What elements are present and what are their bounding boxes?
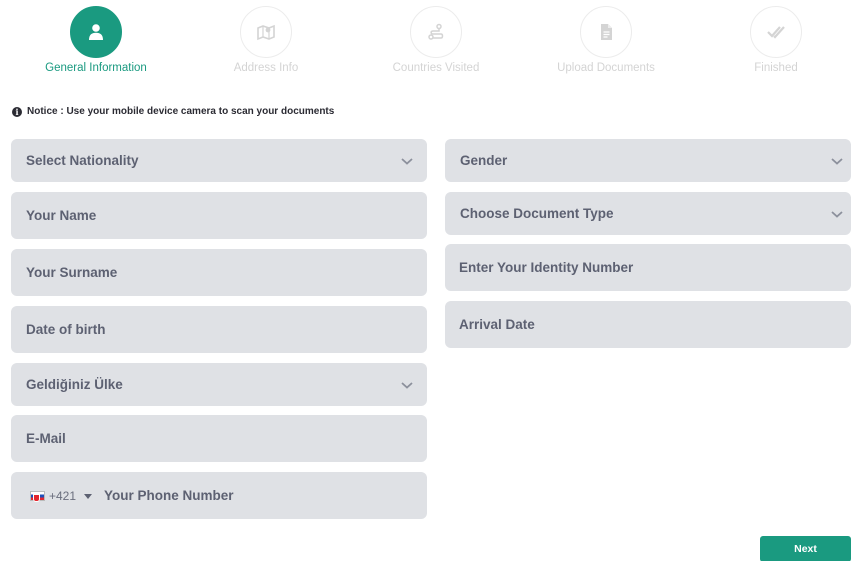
email-field-placeholder: E-Mail bbox=[26, 431, 66, 446]
step-label: Finished bbox=[754, 62, 798, 74]
double-check-icon bbox=[750, 6, 802, 58]
email-field[interactable]: E-Mail bbox=[11, 415, 427, 462]
step-label: General Information bbox=[45, 62, 147, 74]
step-finished[interactable]: Finished bbox=[691, 6, 851, 74]
notice-text: Notice : Use your mobile device camera t… bbox=[27, 106, 335, 117]
route-icon bbox=[410, 6, 462, 58]
gender-select[interactable]: Gender bbox=[445, 139, 851, 182]
user-icon bbox=[70, 6, 122, 58]
dob-field[interactable]: Date of birth bbox=[11, 306, 427, 353]
identity-number-field[interactable]: Enter Your Identity Number bbox=[445, 244, 851, 291]
document-type-label: Choose Document Type bbox=[460, 206, 614, 221]
origin-country-label: Geldiğiniz Ülke bbox=[26, 377, 123, 392]
arrival-date-field[interactable]: Arrival Date bbox=[445, 301, 851, 348]
document-icon bbox=[580, 6, 632, 58]
phone-field-placeholder: Your Phone Number bbox=[104, 488, 234, 503]
gender-select-label: Gender bbox=[460, 153, 508, 168]
name-field-placeholder: Your Name bbox=[26, 208, 97, 223]
nationality-select[interactable]: Select Nationality bbox=[11, 139, 427, 182]
surname-field[interactable]: Your Surname bbox=[11, 249, 427, 296]
info-icon: i bbox=[12, 106, 22, 117]
document-type-select[interactable]: Choose Document Type bbox=[445, 192, 851, 235]
step-upload-documents[interactable]: Upload Documents bbox=[521, 6, 691, 74]
phone-field[interactable]: +421 Your Phone Number bbox=[11, 472, 427, 519]
caret-down-icon[interactable] bbox=[84, 494, 93, 499]
chevron-down-icon bbox=[831, 210, 843, 218]
dob-field-placeholder: Date of birth bbox=[26, 322, 106, 337]
next-button[interactable]: Next bbox=[760, 536, 851, 561]
surname-field-placeholder: Your Surname bbox=[26, 265, 118, 280]
origin-country-select[interactable]: Geldiğiniz Ülke bbox=[11, 363, 427, 406]
nationality-select-label: Select Nationality bbox=[26, 153, 139, 168]
map-icon bbox=[240, 6, 292, 58]
step-label: Upload Documents bbox=[557, 62, 655, 74]
dial-code[interactable]: +421 bbox=[49, 489, 76, 503]
step-label: Address Info bbox=[233, 62, 299, 74]
chevron-down-icon bbox=[401, 157, 413, 165]
step-general-information[interactable]: General Information bbox=[11, 6, 181, 74]
step-label: Countries Visited bbox=[392, 62, 480, 74]
name-field[interactable]: Your Name bbox=[11, 192, 427, 239]
step-countries-visited[interactable]: Countries Visited bbox=[351, 6, 521, 74]
step-address-info[interactable]: Address Info bbox=[181, 6, 351, 74]
chevron-down-icon bbox=[831, 157, 843, 165]
chevron-down-icon bbox=[401, 381, 413, 389]
slovakia-flag-icon[interactable] bbox=[30, 490, 45, 502]
arrival-date-placeholder: Arrival Date bbox=[459, 317, 535, 332]
notice: i Notice : Use your mobile device camera… bbox=[12, 106, 334, 117]
identity-number-placeholder: Enter Your Identity Number bbox=[459, 260, 634, 275]
